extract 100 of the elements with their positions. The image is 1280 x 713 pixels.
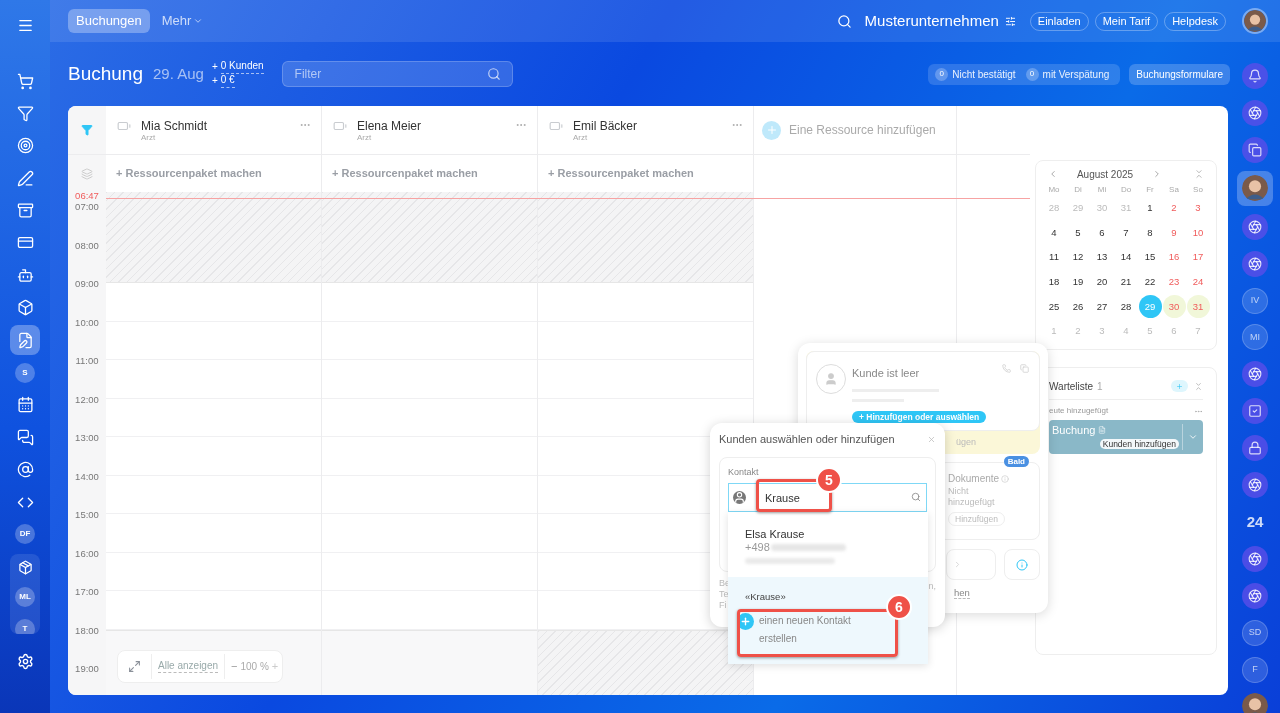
app-button[interactable]	[1242, 545, 1268, 572]
weekday-label: Di	[1073, 184, 1083, 196]
calendar-day[interactable]: 19	[1066, 270, 1090, 294]
contact-result[interactable]: Elsa Krause +498	[728, 512, 928, 577]
avatar[interactable]	[1244, 10, 1266, 32]
add-resource-link[interactable]: Eine Ressource hinzufügen	[789, 121, 936, 139]
calendar-day[interactable]: 11	[1042, 246, 1066, 269]
resource-name[interactable]: Emil Bäcker	[573, 119, 731, 133]
calendar-day[interactable]: 2	[1162, 196, 1186, 220]
calendar-day[interactable]: 31	[1186, 295, 1210, 319]
calendar-day[interactable]: 8	[1138, 221, 1162, 245]
cube-icon[interactable]	[17, 559, 33, 575]
calendar-day[interactable]: 15	[1138, 246, 1162, 269]
calendar-day[interactable]: 27	[1090, 295, 1114, 319]
forms-button[interactable]: Buchungsformulare	[1129, 63, 1230, 85]
hour-label: 10:00	[74, 317, 100, 328]
workspace-avatar[interactable]: ML	[15, 586, 35, 607]
resource-name[interactable]: Elena Meier	[357, 119, 515, 133]
calendar-day[interactable]: 1	[1138, 196, 1162, 220]
selector-field[interactable]	[946, 549, 996, 580]
calendar-day[interactable]: 4	[1042, 221, 1066, 245]
user-avatar[interactable]: SD	[1242, 619, 1268, 646]
calendar-day[interactable]: 24	[1186, 270, 1210, 294]
calendar-day[interactable]: 29	[1138, 295, 1162, 319]
workspace-avatar[interactable]: T	[15, 618, 35, 634]
calendar-day[interactable]: 30	[1090, 196, 1114, 220]
calendar-day[interactable]: 9	[1162, 221, 1186, 245]
add-client-chip[interactable]: Kunden hinzufügen	[1099, 438, 1179, 449]
user-avatar[interactable]: MI	[1242, 324, 1268, 351]
sliders-icon[interactable]	[1004, 15, 1016, 27]
calendar-day[interactable]: 30	[1162, 295, 1186, 319]
app-button[interactable]	[1242, 62, 1268, 89]
nav-tab[interactable]: Buchungen	[68, 9, 150, 33]
hour-label: 19:00	[74, 664, 100, 674]
app-button[interactable]	[1242, 361, 1268, 388]
search-icon[interactable]	[836, 13, 852, 29]
calendar-day[interactable]: 7	[1114, 221, 1138, 245]
app-button[interactable]	[1242, 472, 1268, 499]
settings-icon[interactable]	[16, 652, 34, 670]
calendar-day[interactable]: 3	[1186, 196, 1210, 220]
user-avatar[interactable]: IV	[1242, 287, 1268, 314]
calendar-day[interactable]: 16	[1162, 246, 1186, 269]
counter-label[interactable]: Nicht bestätigt	[952, 66, 1016, 82]
calendar-day[interactable]: 28	[1042, 196, 1066, 220]
app-button[interactable]	[1242, 213, 1268, 240]
hour-label: 13:00	[74, 433, 100, 443]
app-button[interactable]	[1242, 136, 1268, 163]
summary-link[interactable]: 0 Kunden	[220, 60, 264, 74]
counter-label[interactable]: mit Verspätung	[1042, 66, 1110, 82]
calendar-day[interactable]: 20	[1090, 270, 1114, 294]
month-label[interactable]: August 2025	[1058, 166, 1152, 182]
calendar-day[interactable]: 21	[1114, 270, 1138, 294]
link-fragment[interactable]: hen	[954, 587, 970, 599]
calendar-day[interactable]: 12	[1066, 246, 1090, 269]
calendar-day[interactable]: 28	[1114, 295, 1138, 319]
app-button[interactable]	[1242, 435, 1268, 462]
calendar-day[interactable]: 2	[1066, 319, 1090, 343]
calendar-day[interactable]: 22	[1138, 270, 1162, 294]
summary-link[interactable]: 0 €	[220, 74, 235, 88]
add-client-button[interactable]: + Hinzufügen oder auswählen	[852, 410, 987, 423]
calendar-day[interactable]: 4	[1114, 319, 1138, 343]
calendar-day[interactable]: 25	[1042, 295, 1066, 319]
expand-icon[interactable]	[128, 660, 141, 673]
resource-name[interactable]: Mia Schmidt	[141, 119, 299, 133]
app-button[interactable]	[1242, 250, 1268, 277]
booking-title: Buchung	[1052, 423, 1096, 438]
calendar-day[interactable]: 3	[1090, 319, 1114, 343]
package-link[interactable]: + Ressourcenpaket machen	[116, 165, 262, 182]
bell-icon	[1248, 68, 1262, 83]
package-link[interactable]: + Ressourcenpaket machen	[332, 165, 478, 182]
company-name[interactable]: Musterunternehmen	[864, 9, 999, 33]
sidebar-item[interactable]	[10, 325, 40, 356]
app-button[interactable]	[1242, 582, 1268, 609]
show-all-link[interactable]: Alle anzeigen	[158, 660, 219, 673]
resource-role: Arzt	[573, 133, 589, 143]
calendar-day[interactable]: 5	[1138, 319, 1162, 343]
calendar-day[interactable]: 10	[1186, 221, 1210, 245]
app-button[interactable]	[1242, 398, 1268, 425]
avatar[interactable]	[1242, 175, 1268, 202]
app-button[interactable]	[1242, 99, 1268, 126]
calendar-day[interactable]: 14	[1114, 246, 1138, 269]
package-link[interactable]: + Ressourcenpaket machen	[548, 165, 694, 182]
nav-tab[interactable]: Mehr	[153, 9, 212, 33]
calendar-day[interactable]: 6	[1162, 319, 1186, 343]
calendar-day[interactable]: 1	[1042, 319, 1066, 343]
calendar-day[interactable]: 31	[1114, 196, 1138, 220]
calendar-day[interactable]: 5	[1066, 221, 1090, 245]
calendar-day[interactable]: 26	[1066, 295, 1090, 319]
avatar[interactable]	[1242, 693, 1268, 713]
calendar-day[interactable]: 13	[1090, 246, 1114, 269]
calendar-day[interactable]: 17	[1186, 246, 1210, 269]
calendar-day[interactable]: 6	[1090, 221, 1114, 245]
user-avatar[interactable]: F	[1242, 656, 1268, 683]
counter-label[interactable]: 24	[1246, 510, 1264, 534]
calendar-day[interactable]: 7	[1186, 319, 1210, 343]
calendar-day[interactable]: 18	[1042, 270, 1066, 294]
zoom-out-button[interactable]: −	[231, 658, 238, 675]
waitlist-booking[interactable]: Buchung Kunden hinzufügen	[1049, 420, 1203, 454]
calendar-day[interactable]: 23	[1162, 270, 1186, 294]
calendar-day[interactable]: 29	[1066, 196, 1090, 220]
